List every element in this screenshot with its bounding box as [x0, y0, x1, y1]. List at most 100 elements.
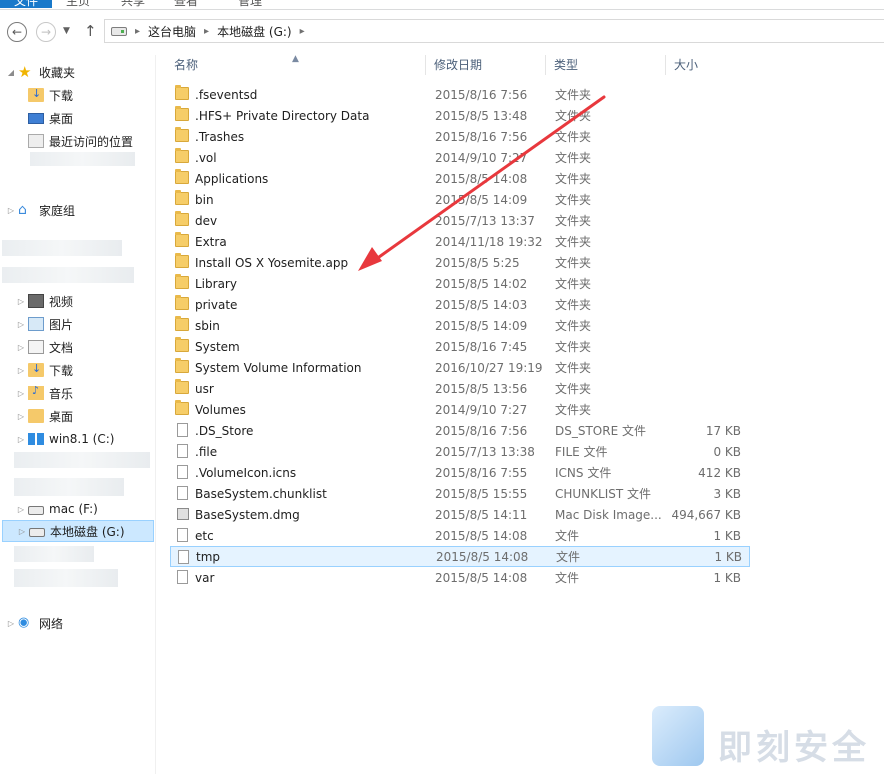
- file-type: 文件夹: [555, 298, 592, 312]
- file-type: 文件夹: [555, 88, 592, 102]
- file-row[interactable]: sbin 2015/8/5 14:09 文件夹: [170, 315, 750, 336]
- tab-manage[interactable]: 管理: [238, 0, 262, 8]
- sidebar-item-downloads-pc[interactable]: ▷ 下载: [16, 359, 73, 381]
- expand-arrow-icon[interactable]: ◢: [6, 68, 16, 77]
- sidebar-item-network[interactable]: ▷ ◉ 网络: [6, 612, 63, 634]
- expand-arrow-icon[interactable]: ▷: [16, 505, 26, 514]
- file-icon: [177, 465, 188, 479]
- sidebar-item-favorites[interactable]: ◢ ★ 收藏夹: [6, 61, 75, 83]
- chevron-right-icon[interactable]: ▸: [300, 26, 305, 37]
- file-row[interactable]: Applications 2015/8/5 14:08 文件夹: [170, 168, 750, 189]
- file-row[interactable]: etc 2015/8/5 14:08 文件 1 KB: [170, 525, 750, 546]
- file-list: .fseventsd 2015/8/16 7:56 文件夹 .HFS+ Private…: [170, 84, 750, 588]
- file-row[interactable]: Install OS X Yosemite.app 2015/8/5 5:25 文件…: [170, 252, 750, 273]
- expand-arrow-icon[interactable]: ▷: [6, 206, 16, 215]
- file-row[interactable]: .file 2015/7/13 13:38 FILE 文件 0 KB: [170, 441, 750, 462]
- file-row[interactable]: .HFS+ Private Directory Data 2015/8/5 13:…: [170, 105, 750, 126]
- redacted-item: [14, 452, 150, 468]
- chevron-right-icon[interactable]: ▸: [204, 26, 209, 37]
- tab-file[interactable]: 文件: [0, 0, 52, 8]
- homegroup-icon: ⌂: [18, 202, 27, 218]
- file-row[interactable]: BaseSystem.dmg 2015/8/5 14:11 Mac Disk Ima…: [170, 504, 750, 525]
- back-button[interactable]: ←: [7, 22, 27, 42]
- file-row[interactable]: .DS_Store 2015/8/16 7:56 DS_STORE 文件 17 KB: [170, 420, 750, 441]
- column-header-name[interactable]: 名称 ▲: [160, 54, 426, 75]
- file-date: 2015/8/5 13:56: [435, 381, 528, 396]
- file-type: 文件: [555, 529, 580, 543]
- sidebar-item-recent[interactable]: 最近访问的位置: [28, 130, 133, 152]
- sidebar-item-drive-c[interactable]: ▷ win8.1 (C:): [16, 428, 115, 450]
- file-row[interactable]: private 2015/8/5 14:03 文件夹: [170, 294, 750, 315]
- disk-image-icon: [177, 508, 189, 520]
- folder-icon: [175, 316, 189, 331]
- sidebar-item-pictures[interactable]: ▷ 图片: [16, 313, 73, 335]
- file-name: System: [195, 339, 240, 354]
- folder-icon: [175, 232, 189, 247]
- sidebar-item-homegroup[interactable]: ▷ ⌂ 家庭组: [6, 199, 75, 221]
- file-name: var: [195, 570, 215, 585]
- sidebar-item-documents[interactable]: ▷ 文档: [16, 336, 73, 358]
- forward-button[interactable]: →: [36, 22, 56, 42]
- star-icon: ★: [18, 63, 32, 81]
- file-row[interactable]: tmp 2015/8/5 14:08 文件 1 KB: [170, 546, 750, 567]
- recent-locations-dropdown[interactable]: ▼: [63, 26, 70, 36]
- file-name: Applications: [195, 171, 269, 186]
- sidebar-item-drive-g[interactable]: ▷ 本地磁盘 (G:): [2, 520, 154, 542]
- column-header-size[interactable]: 大小: [666, 55, 746, 75]
- tab-home[interactable]: 主页: [66, 0, 90, 8]
- file-type: 文件夹: [555, 214, 592, 228]
- sidebar-item-label: 文档: [49, 340, 74, 355]
- file-date: 2015/8/5 14:08: [436, 549, 529, 564]
- file-row[interactable]: System Volume Information 2016/10/27 19:1…: [170, 357, 750, 378]
- expand-arrow-icon[interactable]: ▷: [16, 343, 26, 352]
- expand-arrow-icon[interactable]: ▷: [16, 297, 26, 306]
- file-row[interactable]: .Trashes 2015/8/16 7:56 文件夹: [170, 126, 750, 147]
- file-name: BaseSystem.dmg: [195, 507, 300, 522]
- file-date: 2015/8/16 7:45: [435, 339, 528, 354]
- expand-arrow-icon[interactable]: ▷: [16, 366, 26, 375]
- file-row[interactable]: usr 2015/8/5 13:56 文件夹: [170, 378, 750, 399]
- file-name: .file: [195, 444, 218, 459]
- address-bar[interactable]: ▸ 这台电脑 ▸ 本地磁盘 (G:) ▸: [104, 19, 884, 43]
- file-type: 文件夹: [555, 130, 592, 144]
- file-type: ICNS 文件: [555, 466, 612, 480]
- file-row[interactable]: var 2015/8/5 14:08 文件 1 KB: [170, 567, 750, 588]
- navigation-pane: ◢ ★ 收藏夹 下载 桌面 最近访问的位置 ▷ ⌂ 家庭组 ▷ 视频 ▷ 图片 …: [0, 55, 156, 774]
- file-row[interactable]: Library 2015/8/5 14:02 文件夹: [170, 273, 750, 294]
- chevron-right-icon[interactable]: ▸: [135, 26, 140, 37]
- column-header-date[interactable]: 修改日期: [426, 55, 546, 75]
- sidebar-item-label: 下载: [49, 88, 74, 103]
- sidebar-item-videos[interactable]: ▷ 视频: [16, 290, 73, 312]
- file-date: 2015/8/5 14:08: [435, 528, 528, 543]
- file-row[interactable]: .VolumeIcon.icns 2015/8/16 7:55 ICNS 文件 412…: [170, 462, 750, 483]
- sidebar-item-downloads[interactable]: 下载: [28, 84, 73, 106]
- up-button[interactable]: ↑: [84, 22, 97, 40]
- expand-arrow-icon[interactable]: ▷: [17, 527, 27, 536]
- sidebar-item-label: 本地磁盘 (G:): [50, 524, 125, 539]
- breadcrumb-local-disk[interactable]: 本地磁盘 (G:): [217, 23, 292, 40]
- expand-arrow-icon[interactable]: ▷: [16, 389, 26, 398]
- expand-arrow-icon[interactable]: ▷: [16, 435, 26, 444]
- file-row[interactable]: dev 2015/7/13 13:37 文件夹: [170, 210, 750, 231]
- column-header-type[interactable]: 类型: [546, 55, 666, 75]
- sidebar-item-desktop[interactable]: 桌面: [28, 107, 73, 129]
- tab-view[interactable]: 查看: [174, 0, 198, 8]
- sidebar-item-music[interactable]: ▷ 音乐: [16, 382, 73, 404]
- file-row[interactable]: .fseventsd 2015/8/16 7:56 文件夹: [170, 84, 750, 105]
- file-row[interactable]: Volumes 2014/9/10 7:27 文件夹: [170, 399, 750, 420]
- sidebar-item-label: win8.1 (C:): [49, 432, 115, 446]
- file-row[interactable]: Extra 2014/11/18 19:32 文件夹: [170, 231, 750, 252]
- file-name: private: [195, 297, 238, 312]
- expand-arrow-icon[interactable]: ▷: [16, 412, 26, 421]
- file-name: System Volume Information: [195, 360, 362, 375]
- breadcrumb-this-pc[interactable]: 这台电脑: [148, 23, 196, 40]
- tab-share[interactable]: 共享: [121, 0, 145, 8]
- file-row[interactable]: System 2015/8/16 7:45 文件夹: [170, 336, 750, 357]
- sidebar-item-desktop-pc[interactable]: ▷ 桌面: [16, 405, 73, 427]
- expand-arrow-icon[interactable]: ▷: [16, 320, 26, 329]
- file-row[interactable]: bin 2015/8/5 14:09 文件夹: [170, 189, 750, 210]
- expand-arrow-icon[interactable]: ▷: [6, 619, 16, 628]
- sidebar-item-drive-f[interactable]: ▷ mac (F:): [16, 498, 98, 520]
- file-row[interactable]: .vol 2014/9/10 7:27 文件夹: [170, 147, 750, 168]
- file-row[interactable]: BaseSystem.chunklist 2015/8/5 15:55 CHUNKL…: [170, 483, 750, 504]
